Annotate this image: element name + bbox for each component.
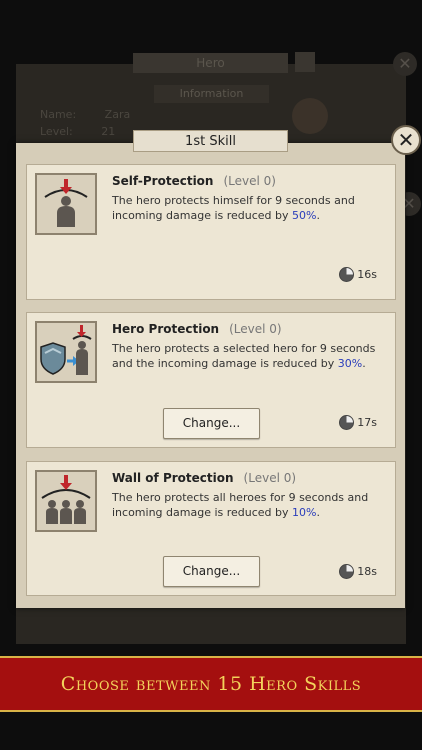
skill-description-end: . (316, 209, 320, 222)
background-avatar (292, 98, 328, 134)
skill-percent: 30% (337, 357, 363, 370)
skill-name-text: Hero Protection (112, 322, 220, 336)
skill-description-text: The hero protects all heroes for 9 secon… (112, 491, 369, 519)
name-value: Zara (104, 108, 131, 121)
skill-name: Self-Protection (Level 0) (112, 174, 276, 188)
skill-card-wall-of-protection[interactable]: Wall of Protection (Level 0) The hero pro… (26, 461, 396, 596)
skill-description: The hero protects himself for 9 seconds … (112, 193, 384, 223)
cooldown-value: 17s (357, 416, 377, 429)
name-label: Name: (40, 108, 77, 121)
self-protection-icon (35, 173, 97, 235)
change-button[interactable]: Change... (163, 408, 260, 439)
skill-name-text: Wall of Protection (112, 471, 234, 485)
background-subtitle: Information (154, 85, 269, 103)
skill-name-text: Self-Protection (112, 174, 214, 188)
skill-name: Wall of Protection (Level 0) (112, 471, 296, 485)
skill-description-end: . (362, 357, 366, 370)
skill-description: The hero protects a selected hero for 9 … (112, 341, 384, 371)
skill-description: The hero protects all heroes for 9 secon… (112, 490, 384, 520)
background-level-row: Level: 21 (40, 125, 115, 138)
cooldown-icon (339, 564, 355, 579)
cooldown-icon (339, 267, 355, 282)
cooldown-value: 18s (357, 565, 377, 578)
skill-name: Hero Protection (Level 0) (112, 322, 282, 336)
skill-level: (Level 0) (229, 322, 282, 336)
promo-banner-text: Choose between 15 Hero Skills (60, 673, 362, 695)
skill-card-self-protection[interactable]: Self-Protection (Level 0) The hero protec… (26, 164, 396, 300)
skill-description-end: . (316, 506, 320, 519)
background-close-icon: ✕ (393, 52, 417, 76)
wall-of-protection-icon (35, 470, 97, 532)
cooldown-icon (339, 415, 355, 430)
cooldown-value: 16s (357, 268, 377, 281)
background-title: Hero (133, 53, 288, 73)
level-label: Level: (40, 125, 73, 138)
cooldown: 18s (339, 564, 377, 579)
close-button[interactable]: ✕ (391, 125, 421, 155)
skill-level: (Level 0) (243, 471, 297, 485)
cooldown: 16s (339, 267, 377, 282)
background-edit-icon (295, 52, 315, 72)
change-button[interactable]: Change... (163, 556, 260, 587)
hero-protection-icon (35, 321, 97, 383)
background-name-row: Name: Zara (40, 108, 130, 121)
skill-percent: 50% (292, 209, 317, 222)
cooldown: 17s (339, 415, 377, 430)
skill-card-hero-protection[interactable]: Hero Protection (Level 0) The hero protec… (26, 312, 396, 448)
skill-level: (Level 0) (223, 174, 276, 188)
skill-description-text: The hero protects a selected hero for 9 … (112, 342, 376, 370)
level-value: 21 (101, 125, 116, 138)
skill-percent: 10% (292, 506, 317, 519)
modal-title: 1st Skill (133, 130, 288, 152)
